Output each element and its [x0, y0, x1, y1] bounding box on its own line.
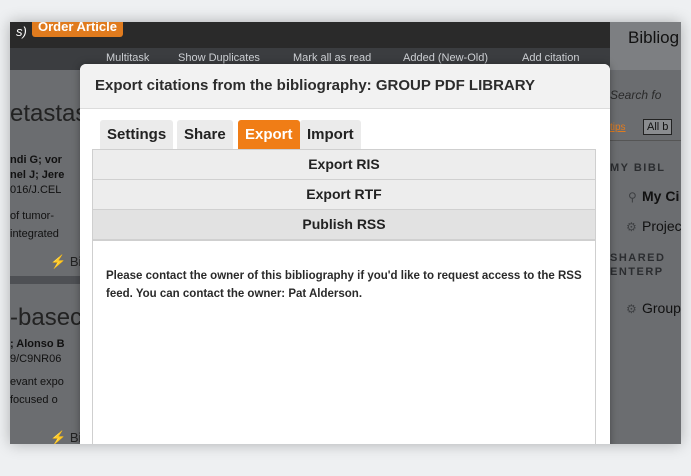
publish-rss-content: Please contact the owner of this bibliog…	[93, 240, 595, 444]
sidebar-section-enterprise: ENTERP	[610, 266, 664, 278]
toolbar-mark-all-read[interactable]: Mark all as read	[293, 52, 371, 64]
screenshot-frame: s) Order Article Multitask Show Duplicat…	[10, 22, 681, 444]
citation-snippet-2b: focused o	[10, 394, 58, 406]
citation-snippet-2a: evant expo	[10, 376, 64, 388]
sidebar-divider	[610, 140, 681, 141]
sidebar-top: Bibliog	[610, 22, 681, 70]
tab-import[interactable]: Import	[300, 120, 361, 150]
toolbar-multitask[interactable]: Multitask	[106, 52, 149, 64]
sidebar-section-my: MY BIBL	[610, 162, 666, 174]
sidebar-title: Bibliog	[628, 28, 680, 47]
export-panel: Export RIS Export RTF Publish RSS Please…	[92, 149, 596, 444]
tab-settings[interactable]: Settings	[100, 120, 174, 150]
pin-icon: ⚲	[628, 190, 637, 204]
citation-snippet-1b: integrated	[10, 228, 59, 240]
background-sidebar: Bibliog Search fo tips All b MY BIBL ⚲ M…	[610, 22, 681, 444]
export-citations-modal: Export citations from the bibliography: …	[80, 64, 610, 444]
citation-doi-2: 9/C9NR06	[10, 353, 62, 365]
top-strip: s) Order Article	[10, 22, 610, 48]
publish-rss-header[interactable]: Publish RSS	[93, 210, 595, 240]
export-rtf-button[interactable]: Export RTF	[93, 180, 595, 210]
order-article-button[interactable]: Order Article	[32, 22, 123, 37]
rss-access-message: Please contact the owner of this bibliog…	[106, 270, 582, 300]
modal-header: Export citations from the bibliography: …	[80, 64, 610, 109]
tab-export[interactable]: Export	[238, 120, 300, 150]
tab-share[interactable]: Share	[177, 120, 233, 150]
sidebar-tips-link[interactable]: tips	[610, 122, 626, 133]
toolbar-add-citation[interactable]: Add citation	[522, 52, 579, 64]
citation-title-1: etastas	[10, 100, 88, 127]
citation-title-2: -basec	[10, 304, 83, 331]
sidebar-section-shared: SHARED	[610, 252, 666, 264]
sidebar-item-projects[interactable]: Projec	[642, 218, 681, 234]
sidebar-all-button[interactable]: All b	[643, 119, 673, 135]
bib-icon: ⚡	[50, 430, 67, 444]
citation-authors-1a: ndi G; vor	[10, 154, 62, 166]
export-ris-button[interactable]: Export RIS	[93, 150, 595, 180]
toolbar-show-duplicates[interactable]: Show Duplicates	[178, 52, 260, 64]
gear-icon: ⚙	[626, 302, 637, 316]
sidebar-item-my-citations[interactable]: My Ci	[642, 188, 679, 204]
gear-icon: ⚙	[626, 220, 637, 234]
citation-doi-1: 016/J.CEL	[10, 184, 62, 196]
sidebar-item-group[interactable]: Group	[642, 300, 681, 316]
bib-icon: ⚡	[50, 254, 67, 269]
toolbar-added-sort[interactable]: Added (New-Old)	[403, 52, 488, 64]
modal-title: Export citations from the bibliography: …	[95, 77, 536, 94]
citation-snippet-1a: of tumor-	[10, 210, 55, 222]
citation-authors-2a: ; Alonso B	[10, 338, 65, 350]
sidebar-search-input[interactable]: Search fo	[610, 88, 661, 102]
top-left-text: s)	[16, 24, 27, 39]
citation-authors-1b: nel J; Jere	[10, 169, 65, 181]
